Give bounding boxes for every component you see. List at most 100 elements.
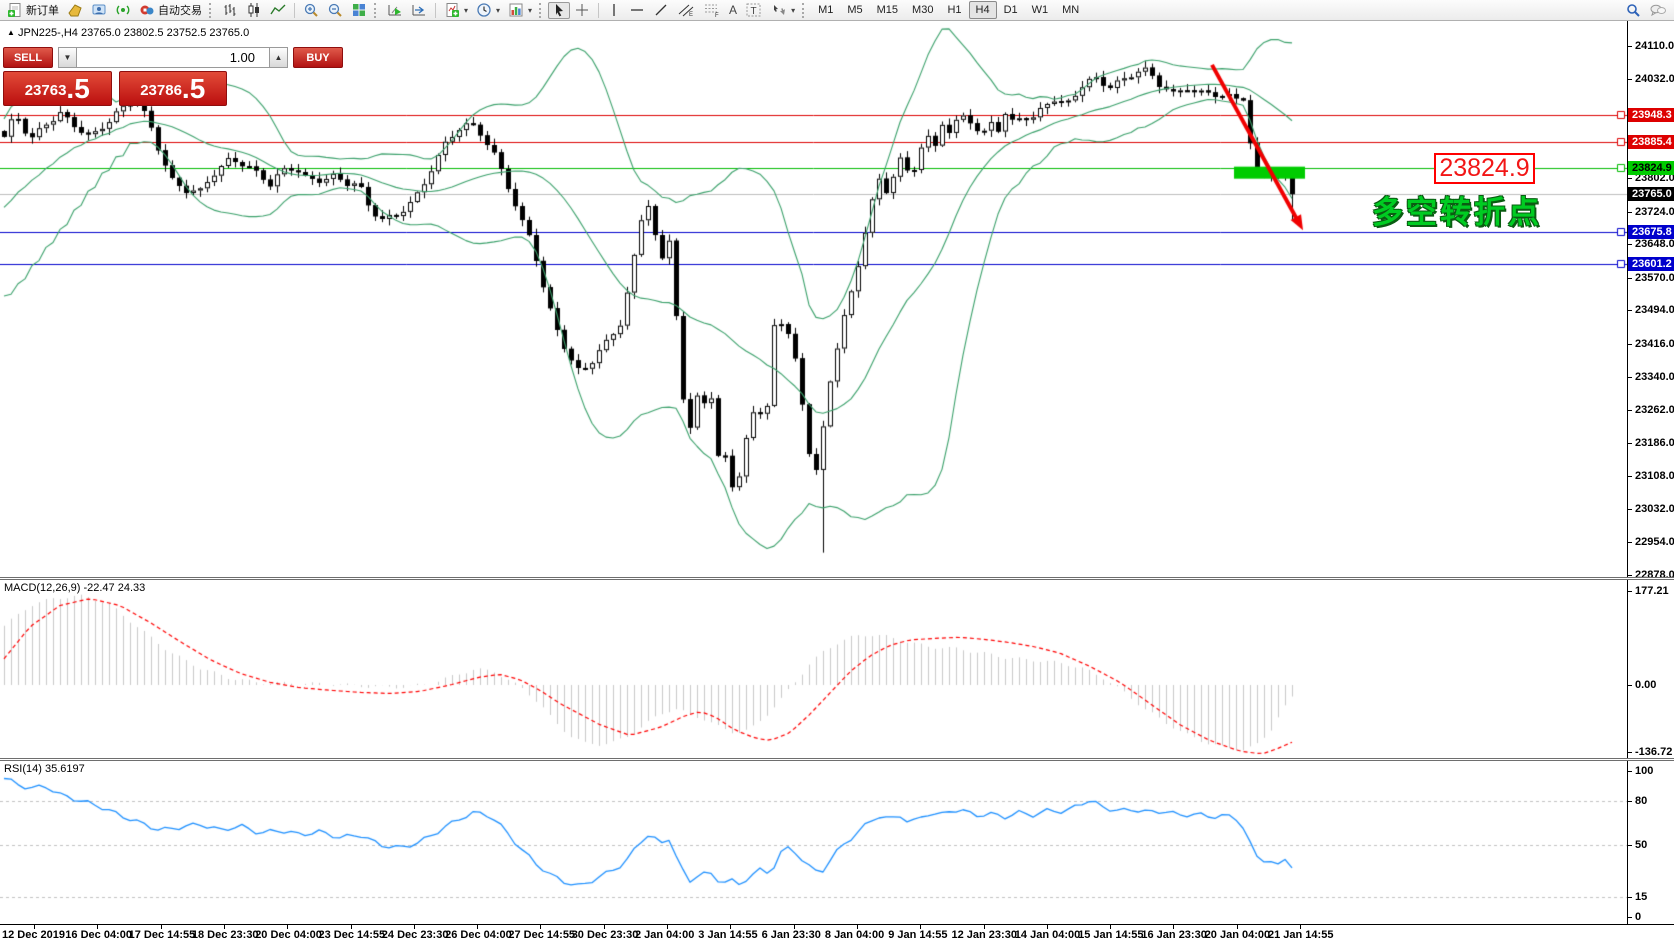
channel-tool-button[interactable]: E — [673, 2, 699, 19]
timeframe-button-m15[interactable]: M15 — [870, 1, 905, 19]
timeframe-button-m5[interactable]: M5 — [840, 1, 869, 19]
time-axis-label: 26 Dec 04:00 — [445, 929, 512, 941]
zoom-out-button[interactable] — [323, 2, 347, 19]
arrows-tool-button[interactable]: ▾ — [767, 2, 799, 19]
history-center-button[interactable] — [63, 2, 87, 19]
period-button[interactable]: ▾ — [472, 2, 504, 19]
rsi-panel: RSI(14) 35.6197 1008050150 — [0, 761, 1674, 924]
price-axis-tick: 23416.0 — [1635, 338, 1674, 350]
text-tool-button[interactable]: A — [725, 2, 741, 19]
crosshair-tool-button[interactable] — [570, 2, 594, 19]
search-button[interactable] — [1621, 2, 1645, 19]
horizontal-line-tool-button[interactable] — [625, 2, 649, 19]
zoom-in-icon — [303, 2, 319, 18]
svg-text:E: E — [689, 12, 693, 18]
macd-axis-tick: -136.72 — [1635, 746, 1672, 758]
volume-increase-button[interactable]: ▲ — [269, 47, 288, 68]
template-button[interactable]: ▾ — [504, 2, 536, 19]
candlestick-mode-button[interactable] — [242, 2, 266, 19]
macd-axis[interactable]: 177.210.00-136.72 — [1627, 580, 1674, 758]
price-tag: 23885.4 — [1628, 135, 1674, 149]
time-axis-tick — [224, 925, 225, 929]
time-axis-tick — [984, 925, 985, 929]
profile-button[interactable] — [87, 2, 111, 19]
chart-shift-button[interactable] — [407, 2, 431, 19]
main-toolbar: 新订单 自动交易 ▾ ▾ — [0, 0, 1674, 21]
template-icon — [508, 2, 524, 18]
profile-icon — [91, 2, 107, 18]
toolbar-drag-handle[interactable] — [802, 3, 808, 18]
buy-price-display[interactable]: 23786 .5 — [119, 71, 228, 106]
time-axis-tick — [477, 925, 478, 929]
price-callout-label[interactable]: 23824.9 — [1434, 153, 1535, 184]
clock-icon — [476, 2, 492, 18]
trendline-icon — [653, 2, 669, 18]
chevron-down-icon: ▾ — [464, 6, 468, 15]
timeframe-button-w1[interactable]: W1 — [1025, 1, 1056, 19]
time-axis-label: 15 Jan 14:55 — [1078, 929, 1143, 941]
zoom-out-icon — [327, 2, 343, 18]
cursor-tool-button[interactable] — [548, 2, 570, 19]
up-triangle-icon: ▲ — [7, 28, 15, 37]
new-order-button[interactable]: 新订单 — [3, 2, 63, 19]
line-chart-icon — [270, 2, 286, 18]
time-axis-tick — [1110, 925, 1111, 929]
chevron-down-icon: ▾ — [791, 6, 795, 15]
arrows-icon — [771, 2, 787, 18]
toolbar-drag-handle[interactable] — [374, 3, 380, 18]
volume-decrease-button[interactable]: ▼ — [58, 47, 77, 68]
sell-button[interactable]: SELL — [3, 47, 53, 68]
autotrading-icon — [139, 2, 155, 18]
turning-point-annotation[interactable]: 多空转折点 — [1372, 187, 1542, 232]
chat-button[interactable] — [1645, 2, 1671, 19]
price-chart-canvas[interactable] — [0, 21, 1627, 577]
toolbar-drag-handle[interactable] — [209, 3, 215, 18]
timeframe-button-mn[interactable]: MN — [1055, 1, 1086, 19]
rsi-axis[interactable]: 1008050150 — [1627, 761, 1674, 924]
timeframe-button-d1[interactable]: D1 — [997, 1, 1025, 19]
toolbar-drag-handle[interactable] — [539, 3, 545, 18]
price-axis-tick: 23262.0 — [1635, 404, 1674, 416]
timeframe-button-h4[interactable]: H4 — [969, 1, 997, 19]
timeframe-button-h1[interactable]: H1 — [940, 1, 968, 19]
price-axis-tick: 23186.0 — [1635, 437, 1674, 449]
buy-price-fraction: .5 — [182, 75, 205, 103]
timeframe-button-m1[interactable]: M1 — [811, 1, 840, 19]
price-axis-tick: 23108.0 — [1635, 470, 1674, 482]
fibonacci-tool-button[interactable]: F — [699, 2, 725, 19]
rsi-axis-tick: 80 — [1635, 795, 1647, 807]
price-axis-tick: 24110.0 — [1635, 40, 1674, 52]
price-axis-tick: 24032.0 — [1635, 73, 1674, 85]
bar-chart-mode-button[interactable] — [218, 2, 242, 19]
sell-price-fraction: .5 — [66, 75, 89, 103]
auto-scroll-button[interactable] — [383, 2, 407, 19]
line-chart-mode-button[interactable] — [266, 2, 290, 19]
price-axis-tick: 23724.0 — [1635, 206, 1674, 218]
candlestick-icon — [246, 2, 262, 18]
macd-chart-canvas[interactable] — [0, 580, 1627, 758]
volume-input[interactable] — [77, 47, 269, 68]
autotrading-button[interactable]: 自动交易 — [135, 2, 206, 19]
signals-button[interactable] — [111, 2, 135, 19]
add-indicator-button[interactable]: ▾ — [440, 2, 472, 19]
sell-price-display[interactable]: 23763 .5 — [3, 71, 112, 106]
price-tag: 23948.3 — [1628, 108, 1674, 122]
vertical-line-tool-button[interactable] — [603, 2, 625, 19]
time-axis-label: 8 Jan 04:00 — [825, 929, 884, 941]
macd-axis-tick: 177.21 — [1635, 585, 1669, 597]
price-axis[interactable]: 24110.024032.023802.023724.023648.023570… — [1627, 21, 1674, 577]
trendline-tool-button[interactable] — [649, 2, 673, 19]
time-axis-tick — [414, 925, 415, 929]
time-axis-label: 12 Jan 23:30 — [952, 929, 1017, 941]
time-axis-tick — [1173, 925, 1174, 929]
text-label-tool-button[interactable]: T — [741, 2, 767, 19]
rsi-chart-canvas[interactable] — [0, 761, 1627, 924]
price-axis-tick: 22954.0 — [1635, 536, 1674, 548]
time-axis[interactable]: 12 Dec 201916 Dec 04:0017 Dec 14:5518 De… — [0, 924, 1674, 945]
zoom-in-button[interactable] — [299, 2, 323, 19]
tile-windows-button[interactable] — [347, 2, 371, 19]
timeframe-button-m30[interactable]: M30 — [905, 1, 940, 19]
time-axis-tick — [1047, 925, 1048, 929]
buy-button[interactable]: BUY — [293, 47, 343, 68]
rsi-indicator-label: RSI(14) 35.6197 — [4, 763, 85, 775]
